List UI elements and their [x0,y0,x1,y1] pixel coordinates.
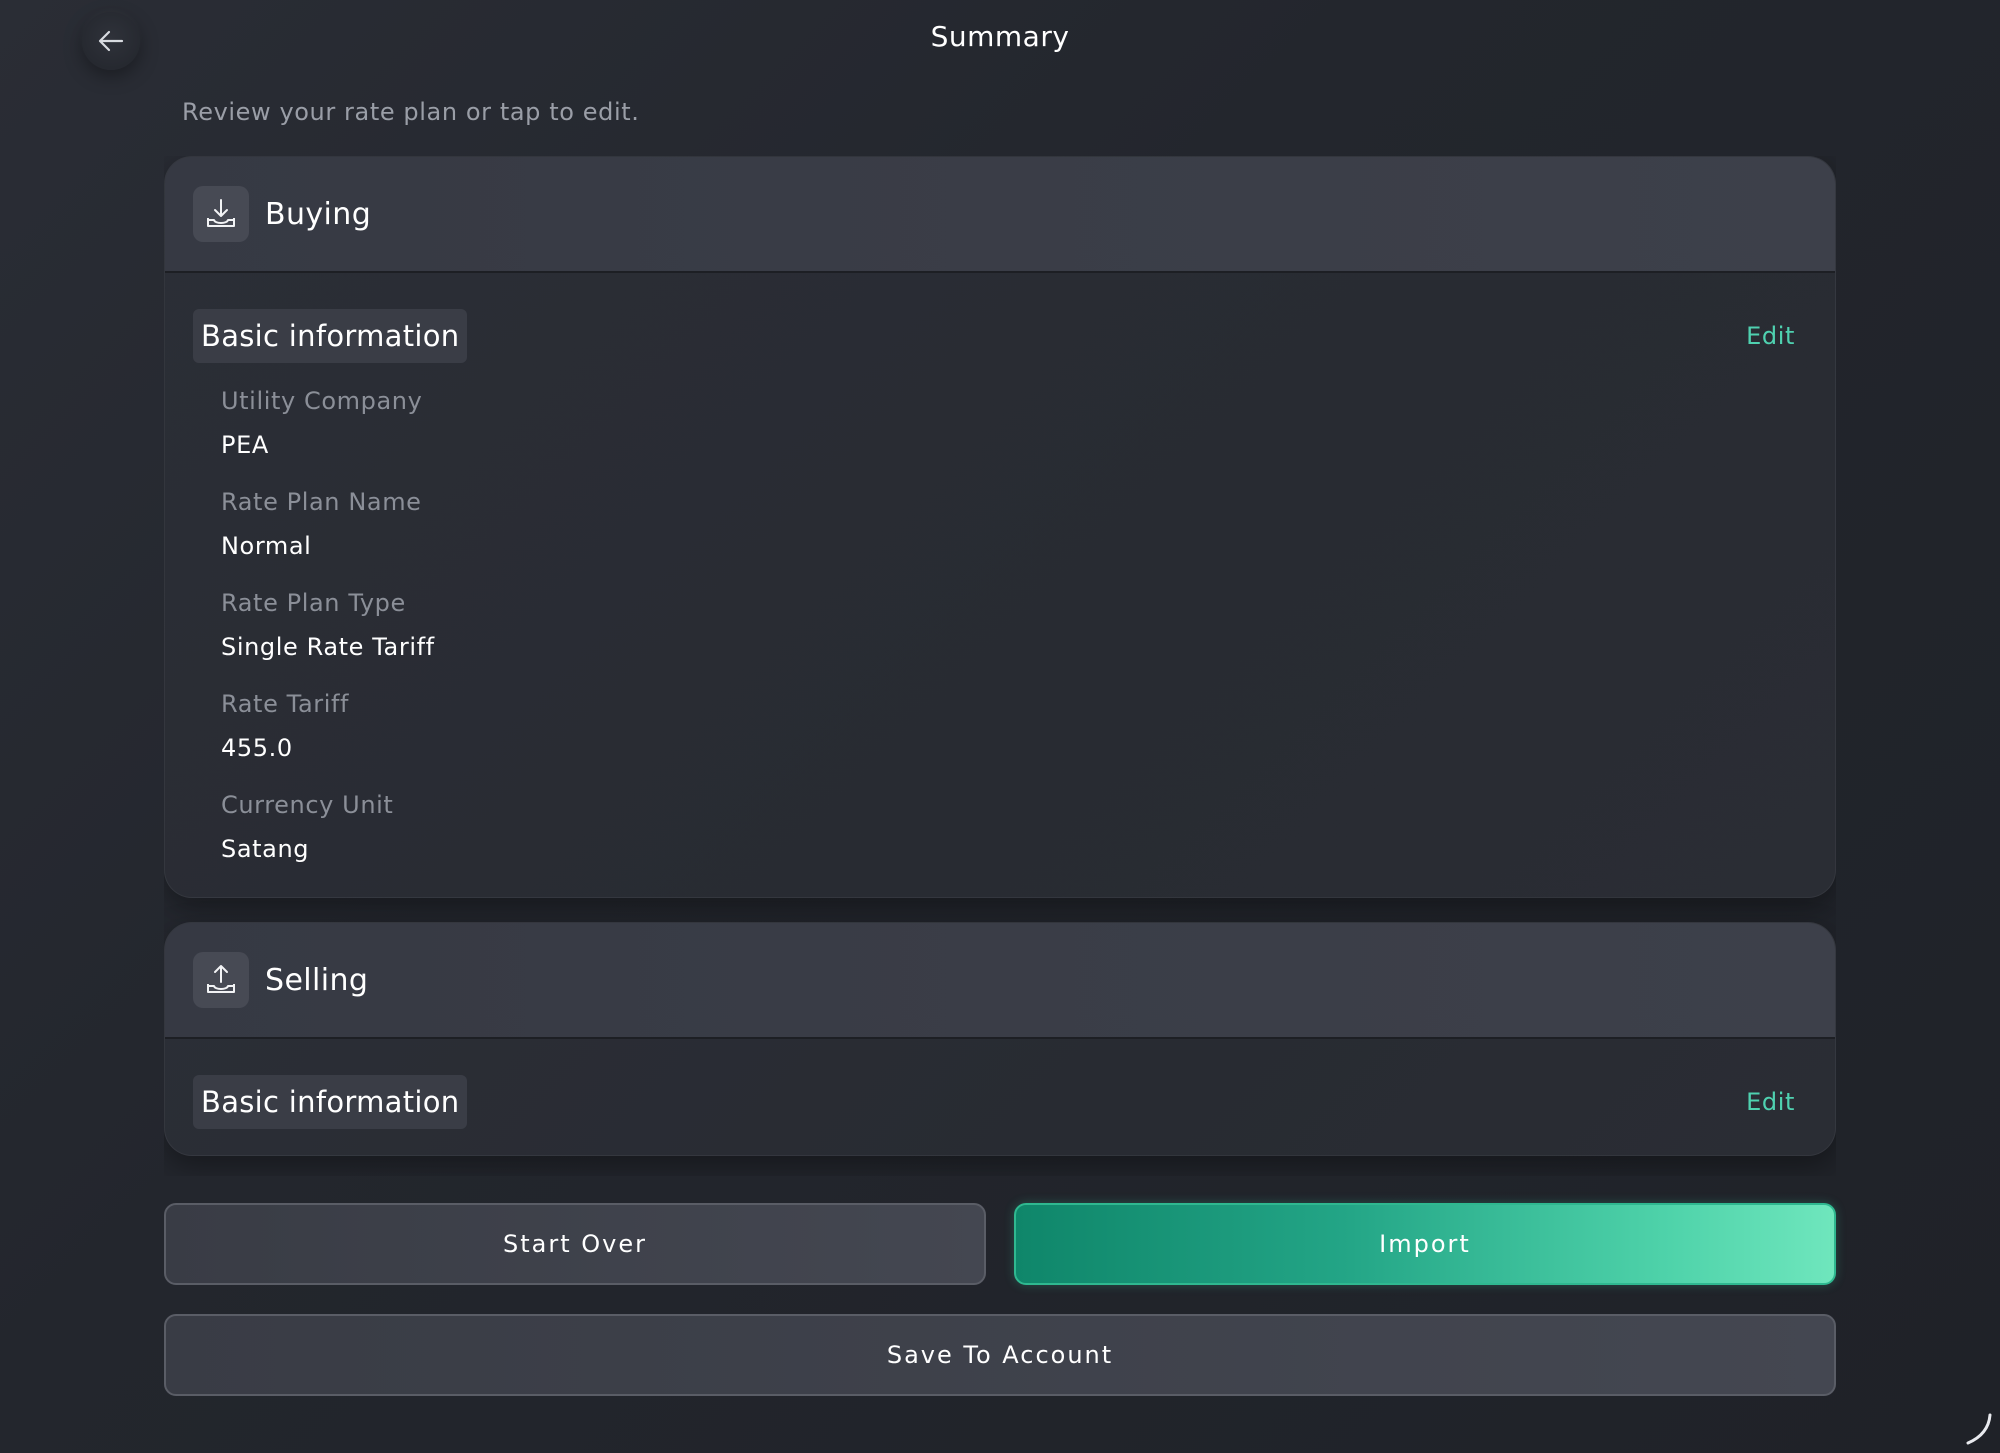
field-rate-plan-type[interactable]: Rate Plan Type Single Rate Tariff [221,589,1795,669]
loading-spinner-icon [1966,1413,1992,1445]
buying-fields: Utility Company PEA Rate Plan Name Norma… [193,387,1795,871]
page-title: Summary [930,20,1070,53]
buying-section-row: Basic information Edit [193,309,1795,363]
selling-card: Selling Basic information Edit [164,922,1836,1156]
field-value: PEA [221,431,269,459]
summary-scroll-area[interactable]: Buying Basic information Edit Utility Co… [164,156,1836,1176]
buying-section-title: Basic information [193,309,468,363]
buying-card-header: Buying [165,157,1835,273]
selling-card-body: Basic information Edit [165,1039,1835,1155]
field-value: Satang [221,835,310,863]
field-label: Rate Plan Name [221,488,422,516]
field-value: Normal [221,532,312,560]
buying-title: Buying [265,196,372,232]
field-value: 455.0 [221,734,293,762]
field-currency-unit[interactable]: Currency Unit Satang [221,791,1795,871]
import-button[interactable]: Import [1014,1203,1836,1285]
start-over-button[interactable]: Start Over [164,1203,986,1285]
field-value: Single Rate Tariff [221,633,435,661]
selling-section-row: Basic information Edit [193,1075,1795,1129]
field-label: Currency Unit [221,791,394,819]
field-utility-company[interactable]: Utility Company PEA [221,387,1795,467]
save-to-account-button[interactable]: Save To Account [164,1314,1836,1396]
field-label: Rate Plan Type [221,589,406,617]
field-label: Utility Company [221,387,423,415]
buying-card: Buying Basic information Edit Utility Co… [164,156,1836,898]
selling-edit-link[interactable]: Edit [1746,1088,1795,1116]
buying-edit-link[interactable]: Edit [1746,322,1795,350]
field-rate-tariff[interactable]: Rate Tariff 455.0 [221,690,1795,770]
field-label: Rate Tariff [221,690,350,718]
upload-tray-icon [193,952,249,1008]
buying-card-body: Basic information Edit Utility Company P… [165,273,1835,897]
selling-card-header: Selling [165,923,1835,1039]
field-rate-plan-name[interactable]: Rate Plan Name Normal [221,488,1795,568]
selling-section-title: Basic information [193,1075,468,1129]
page-subtitle: Review your rate plan or tap to edit. [182,98,640,126]
download-tray-icon [193,186,249,242]
selling-title: Selling [265,962,369,998]
